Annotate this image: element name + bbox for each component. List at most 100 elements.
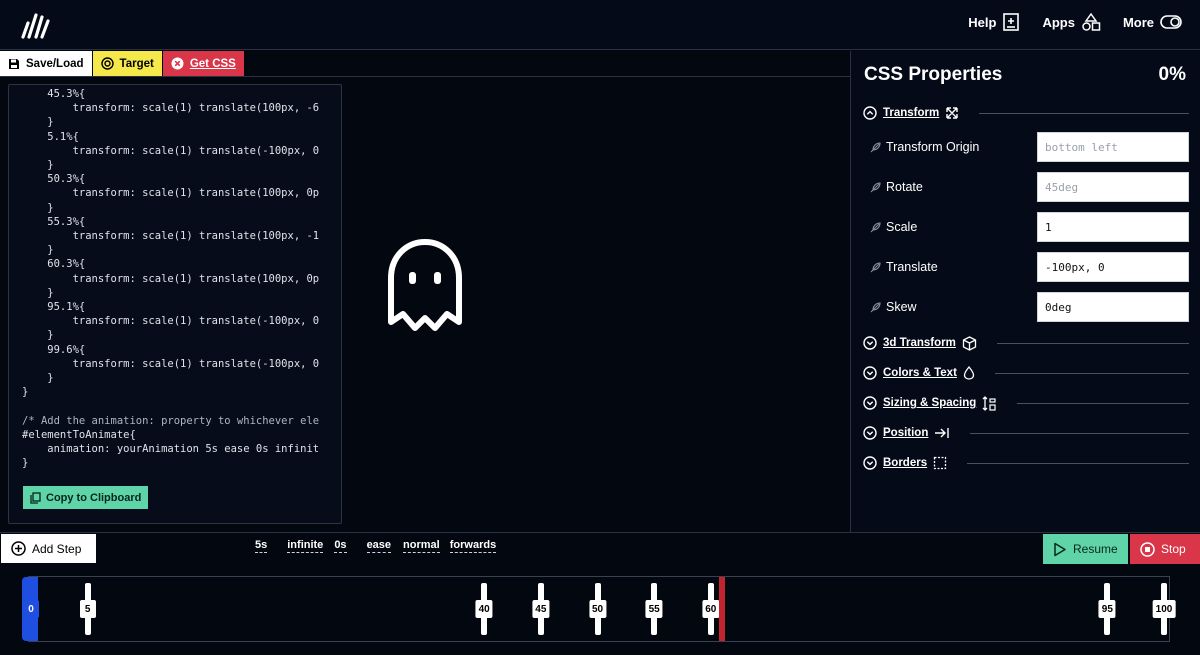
close-circle-icon <box>171 57 184 70</box>
plus-circle-icon <box>11 541 26 556</box>
section-position[interactable]: Position <box>863 424 1189 442</box>
feather-icon <box>870 141 881 152</box>
more-button[interactable]: More <box>1123 14 1182 30</box>
section-colors-text[interactable]: Colors & Text <box>863 364 1189 382</box>
code-line: } <box>22 286 54 299</box>
prop-scale: Scale <box>869 212 1189 242</box>
chevron-up-icon <box>863 106 877 120</box>
section-label[interactable]: Borders <box>883 457 927 469</box>
logo-icon[interactable] <box>20 11 50 39</box>
keyframe-label[interactable]: 0 <box>23 600 39 618</box>
code-line: } <box>22 159 54 172</box>
code-line: animation: yourAnimation 5s ease 0s infi… <box>22 443 320 456</box>
resume-button[interactable]: Resume <box>1043 534 1128 564</box>
save-load-label: Save/Load <box>26 57 84 70</box>
section-3d-transform[interactable]: 3d Transform <box>863 334 1189 352</box>
section-label[interactable]: Position <box>883 427 928 439</box>
css-code-panel[interactable]: 45.3%{ transform: scale(1) translate(100… <box>8 84 342 524</box>
code-line: /* Add the animation: property to whiche… <box>22 414 320 427</box>
code-line: 55.3%{ <box>22 215 86 228</box>
section-divider <box>1017 402 1189 404</box>
skew-input[interactable] <box>1037 292 1189 322</box>
iterations-setting[interactable]: infinite <box>287 539 324 553</box>
playhead[interactable] <box>719 577 726 641</box>
add-step-button[interactable]: Add Step <box>1 534 96 563</box>
scale-input[interactable] <box>1037 212 1189 242</box>
code-line: } <box>22 329 54 342</box>
section-transform[interactable]: Transform <box>863 104 1189 122</box>
feather-icon <box>870 261 881 272</box>
apps-button[interactable]: Apps <box>1042 12 1101 32</box>
border-dashed-icon <box>933 456 947 470</box>
section-label[interactable]: Transform <box>883 107 939 119</box>
chevron-down-icon <box>863 426 877 440</box>
code-line: } <box>22 386 29 399</box>
fill-mode-setting[interactable]: forwards <box>449 539 497 553</box>
code-block[interactable]: 45.3%{ transform: scale(1) translate(100… <box>22 87 340 479</box>
code-line: transform: scale(1) translate(100px, -6 <box>22 102 320 115</box>
code-line: } <box>22 201 54 214</box>
get-css-button[interactable]: Get CSS <box>162 51 244 76</box>
copy-to-clipboard-button[interactable]: Copy to Clipboard <box>23 486 149 509</box>
prop-label: Scale <box>886 220 918 234</box>
top-bar: Help Apps More <box>0 0 1200 50</box>
delay-setting[interactable]: 0s <box>334 539 347 553</box>
code-line: 95.1%{ <box>22 301 86 314</box>
stop-button[interactable]: Stop <box>1130 534 1200 564</box>
keyframe-label[interactable]: 50 <box>588 600 607 618</box>
duration-setting[interactable]: 5s <box>255 539 268 553</box>
target-button[interactable]: Target <box>92 51 162 76</box>
cube-icon <box>962 335 977 351</box>
stop-icon <box>1140 541 1155 557</box>
code-line: transform: scale(1) translate(-100px, 0 <box>22 315 320 328</box>
code-line: 60.3%{ <box>22 258 86 271</box>
transform-origin-input[interactable] <box>1037 132 1189 162</box>
save-load-button[interactable]: Save/Load <box>0 51 92 76</box>
direction-setting[interactable]: normal <box>403 539 440 553</box>
code-line: } <box>22 116 54 129</box>
ghost-icon[interactable] <box>385 236 465 340</box>
keyframe-label[interactable]: 100 <box>1152 600 1176 618</box>
apps-label: Apps <box>1042 14 1075 30</box>
section-divider <box>996 342 1189 344</box>
section-label[interactable]: Sizing & Spacing <box>883 397 976 409</box>
rotate-input[interactable] <box>1037 172 1189 202</box>
keyframe-label[interactable]: 95 <box>1098 600 1116 618</box>
animation-controls-bar: Add Step 5s infinite 0s ease normal forw… <box>0 532 1200 564</box>
sizing-icon <box>982 395 996 411</box>
section-label[interactable]: 3d Transform <box>883 337 956 349</box>
prop-label: Translate <box>886 260 938 274</box>
section-borders[interactable]: Borders <box>863 454 1189 472</box>
keyframe-label[interactable]: 45 <box>532 600 550 618</box>
shapes-icon <box>1082 12 1101 31</box>
chevron-down-icon <box>863 396 877 410</box>
prop-skew: Skew <box>869 292 1189 322</box>
get-css-label: Get CSS <box>189 57 236 70</box>
section-label[interactable]: Colors & Text <box>883 367 957 379</box>
keyframe-label[interactable]: 5 <box>79 600 96 618</box>
keyframe-label[interactable]: 40 <box>475 600 493 618</box>
section-divider <box>994 372 1189 374</box>
feather-icon <box>870 301 881 312</box>
code-line: transform: scale(1) translate(-100px, 0 <box>22 144 320 157</box>
chevron-down-icon <box>863 456 877 470</box>
code-line: 5.1%{ <box>22 130 79 143</box>
add-step-label: Add Step <box>32 541 82 556</box>
prop-translate: Translate <box>869 252 1189 282</box>
keyframe-label[interactable]: 55 <box>645 600 663 618</box>
chevron-down-icon <box>863 336 877 350</box>
help-icon <box>1003 13 1020 31</box>
copy-icon <box>30 491 41 504</box>
code-line: transform: scale(1) translate(100px, 0p <box>22 187 320 200</box>
section-divider <box>967 462 1189 464</box>
keyframe-label[interactable]: 60 <box>702 600 720 618</box>
translate-input[interactable] <box>1037 252 1189 282</box>
timing-function-setting[interactable]: ease <box>366 539 392 553</box>
code-line: #elementToAnimate{ <box>22 428 136 441</box>
section-divider <box>979 112 1189 114</box>
help-button[interactable]: Help <box>968 12 1020 32</box>
target-icon <box>100 57 114 70</box>
section-sizing-spacing[interactable]: Sizing & Spacing <box>863 394 1189 412</box>
arrow-to-line-icon <box>935 428 950 438</box>
